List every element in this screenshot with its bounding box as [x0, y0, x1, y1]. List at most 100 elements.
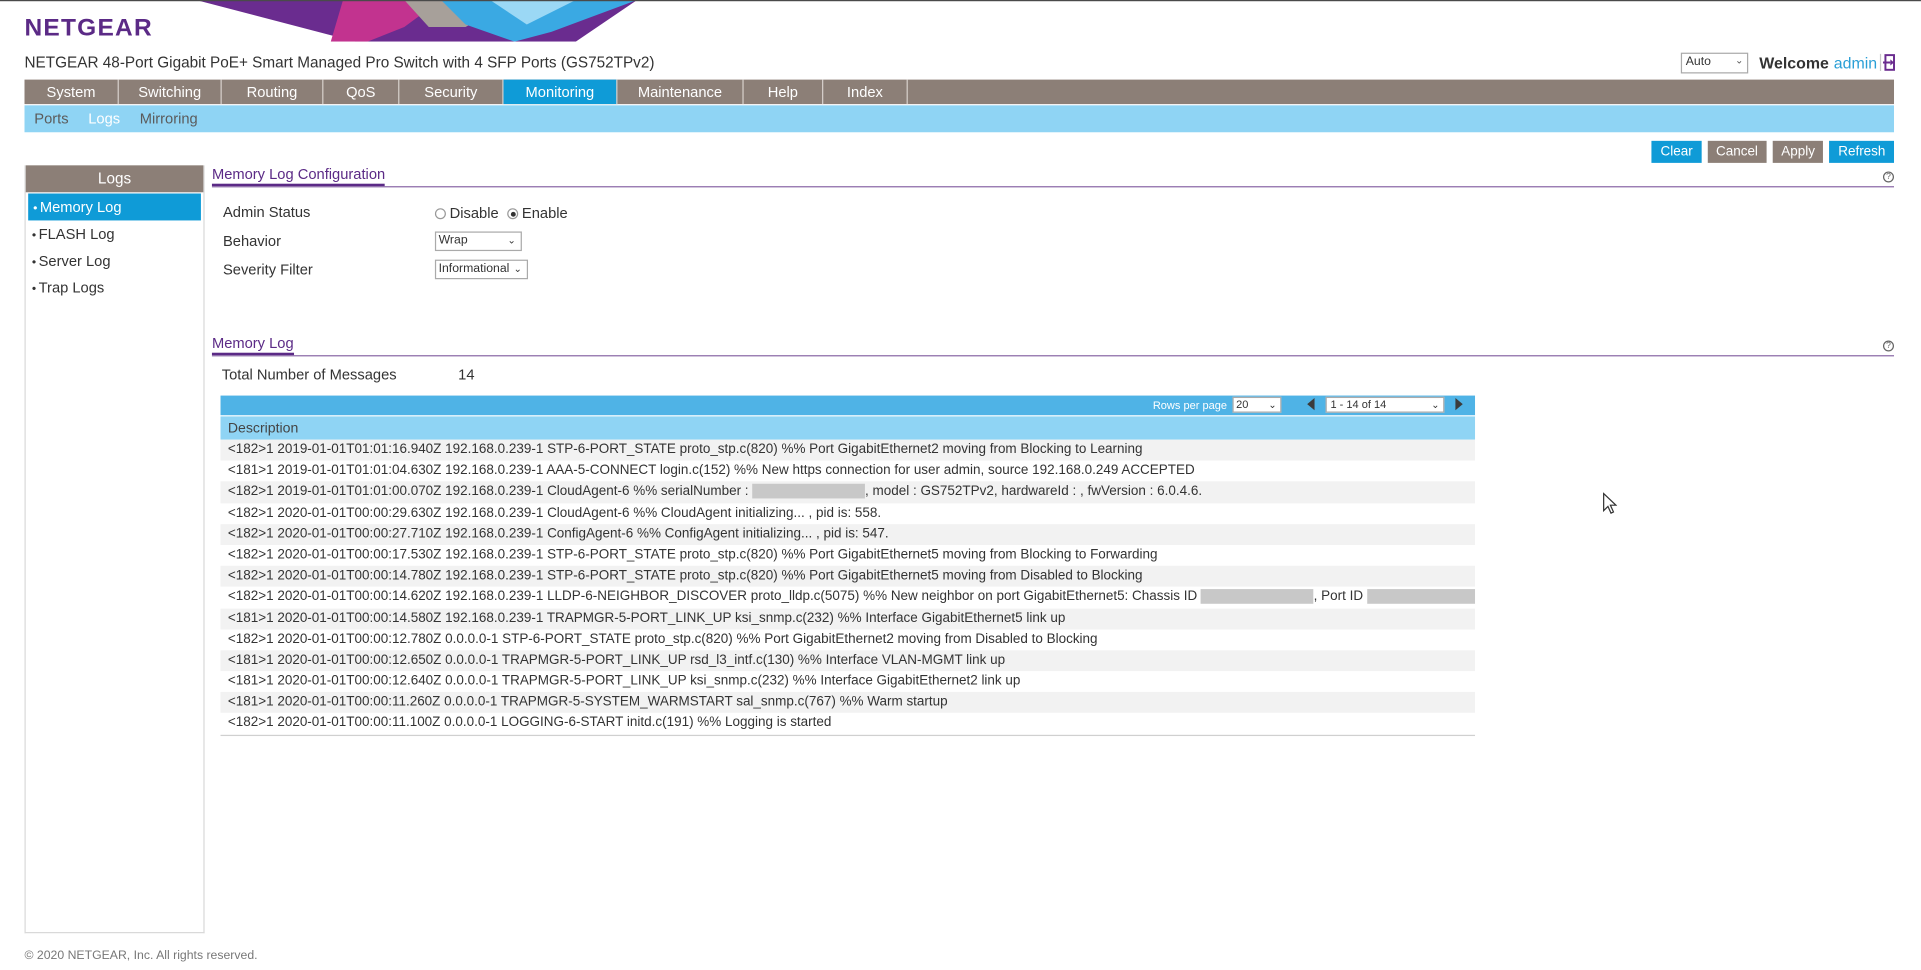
- subtab-logs[interactable]: Logs: [88, 110, 120, 127]
- redacted-block: [1200, 589, 1314, 605]
- tab-monitoring[interactable]: Monitoring: [503, 79, 618, 105]
- severity-filter-value: Informational: [438, 262, 510, 276]
- redacted-block: [752, 484, 866, 500]
- page-range-select[interactable]: 1 - 14 of 14 ⌄: [1325, 396, 1445, 413]
- tab-qos[interactable]: QoS: [323, 79, 400, 105]
- username-link[interactable]: admin: [1834, 54, 1877, 72]
- chevron-down-icon: ⌄: [1268, 399, 1277, 411]
- table-row: <182>1 2019-01-01T01:01:16.940Z 192.168.…: [220, 439, 1476, 461]
- bullet-icon: •: [31, 282, 37, 297]
- row-text-tail: , model : GS752TPv2, hardwareId : , fwVe…: [865, 484, 1203, 499]
- header-banner: [0, 0, 1921, 42]
- sidebar-item-memory-log[interactable]: • Memory Log: [28, 193, 201, 221]
- table-row: <181>1 2020-01-01T00:00:12.650Z 0.0.0.0-…: [220, 650, 1476, 672]
- apply-button[interactable]: Apply: [1772, 140, 1824, 163]
- subtab-mirroring[interactable]: Mirroring: [140, 110, 198, 127]
- sidebar-item-trap-logs[interactable]: • Trap Logs: [27, 274, 202, 301]
- rows-per-page-value: 20: [1236, 398, 1249, 411]
- table-row: <182>1 2020-01-01T00:00:29.630Z 192.168.…: [227, 505, 882, 520]
- welcome-label: Welcome: [1759, 53, 1829, 73]
- tab-security[interactable]: Security: [399, 79, 504, 105]
- cancel-button[interactable]: Cancel: [1707, 140, 1767, 163]
- prev-page-icon[interactable]: [1307, 398, 1315, 411]
- column-header-description: Description: [220, 415, 1476, 440]
- subtab-ports[interactable]: Ports: [34, 110, 68, 127]
- table-row: <182>1 2020-01-01T00:00:12.780Z 0.0.0.0-…: [227, 631, 1098, 647]
- page-range-value: 1 - 14 of 14: [1330, 398, 1387, 411]
- table-row: <181>1 2020-01-01T00:00:11.260Z 0.0.0.0-…: [220, 692, 1476, 714]
- tab-switching[interactable]: Switching: [119, 79, 222, 105]
- disable-radio[interactable]: [434, 207, 446, 219]
- disable-label: Disable: [449, 204, 499, 222]
- netgear-logo: NETGEAR: [24, 14, 153, 42]
- help-icon[interactable]: ?: [1882, 171, 1895, 183]
- language-value: Auto: [1685, 55, 1711, 69]
- chevron-down-icon: ⌄: [1431, 399, 1440, 411]
- table-bottom-border: [220, 734, 1476, 736]
- row-text: <182>1 2019-01-01T01:01:00.070Z 192.168.…: [227, 484, 753, 499]
- sidebar-item-label: Server Log: [38, 252, 111, 270]
- sidebar: Logs • Memory Log • FLASH Log • Server Log …: [24, 165, 205, 934]
- enable-radio[interactable]: [507, 207, 519, 219]
- sidebar-item-label: Trap Logs: [38, 279, 105, 297]
- config-title-text: Memory Log Configuration: [211, 165, 386, 187]
- memory-log-table: Rows per page 20 ⌄ 1 - 14 of 14 ⌄ Descri…: [220, 395, 1476, 736]
- bullet-icon: •: [31, 255, 37, 270]
- chevron-down-icon: ⌄: [1735, 55, 1744, 67]
- config-section-title: Memory Log Configuration: [211, 165, 386, 187]
- total-messages-value: 14: [458, 366, 475, 384]
- language-select[interactable]: Auto ⌄: [1680, 52, 1749, 74]
- action-toolbar: Clear Cancel Apply Refresh: [1651, 140, 1895, 163]
- sidebar-item-label: FLASH Log: [38, 225, 115, 243]
- tab-index[interactable]: Index: [823, 79, 908, 105]
- row-text-tail: , Port ID: [1313, 589, 1367, 605]
- table-row: <181>1 2020-01-01T00:00:12.640Z 0.0.0.0-…: [227, 673, 1021, 689]
- table-row: <181>1 2020-01-01T00:00:14.580Z 192.168.…: [220, 608, 1476, 630]
- behavior-value: Wrap: [438, 233, 468, 248]
- config-divider: [211, 186, 1895, 188]
- tab-routing[interactable]: Routing: [222, 79, 324, 105]
- next-page-icon[interactable]: [1455, 398, 1463, 411]
- tab-maintenance[interactable]: Maintenance: [617, 79, 744, 105]
- welcome-text: Welcome admin: [1759, 54, 1877, 72]
- logout-icon[interactable]: [1879, 53, 1896, 73]
- sub-nav: Ports Logs Mirroring: [24, 105, 1895, 133]
- admin-status-radios: Disable Enable: [434, 204, 568, 222]
- table-row: <182>1 2020-01-01T00:00:17.530Z 192.168.…: [227, 547, 1158, 563]
- chevron-down-icon: ⌄: [507, 235, 516, 247]
- clear-button[interactable]: Clear: [1651, 140, 1702, 163]
- memory-log-divider: [211, 355, 1895, 357]
- table-row: <182>1 2019-01-01T01:01:00.070Z 192.168.…: [220, 481, 1476, 503]
- product-title: NETGEAR 48-Port Gigabit PoE+ Smart Manag…: [24, 53, 655, 72]
- admin-status-label: Admin Status: [222, 203, 311, 221]
- severity-filter-select[interactable]: Informational ⌄: [434, 259, 529, 280]
- table-row: <182>1 2020-01-01T00:00:27.710Z 192.168.…: [220, 523, 1476, 545]
- chevron-down-icon: ⌄: [513, 263, 522, 275]
- table-row: <182>1 2020-01-01T00:00:14.780Z 192.168.…: [220, 565, 1476, 588]
- top-border: [0, 0, 1921, 2]
- table-pager: Rows per page 20 ⌄ 1 - 14 of 14 ⌄: [220, 395, 1476, 416]
- tab-system[interactable]: System: [25, 79, 119, 105]
- behavior-label: Behavior: [222, 232, 282, 250]
- memory-log-section-title: Memory Log: [211, 334, 294, 356]
- tab-help[interactable]: Help: [744, 79, 824, 105]
- bullet-icon: •: [31, 229, 37, 243]
- table-row: <182>1 2020-01-01T00:00:14.620Z 192.168.…: [221, 587, 1476, 608]
- refresh-button[interactable]: Refresh: [1829, 140, 1895, 163]
- sidebar-item-server-log[interactable]: • Server Log: [27, 247, 202, 274]
- table-row: <182>1 2020-01-01T00:00:11.100Z 0.0.0.0-…: [227, 715, 832, 731]
- bullet-icon: •: [33, 202, 38, 216]
- copyright-footer: © 2020 NETGEAR, Inc. All rights reserved…: [24, 949, 258, 963]
- memory-log-title-text: Memory Log: [211, 334, 294, 356]
- enable-label: Enable: [521, 204, 568, 222]
- row-text: <182>1 2020-01-01T00:00:14.620Z 192.168.…: [227, 589, 1201, 605]
- sidebar-item-flash-log[interactable]: • FLASH Log: [27, 220, 202, 247]
- behavior-select[interactable]: Wrap ⌄: [434, 231, 522, 252]
- sidebar-title: Logs: [25, 165, 204, 193]
- rows-per-page-label: Rows per page: [1152, 399, 1227, 412]
- rows-per-page-select[interactable]: 20 ⌄: [1232, 396, 1282, 413]
- sidebar-item-label: Memory Log: [39, 198, 122, 216]
- help-icon[interactable]: ?: [1882, 340, 1895, 352]
- table-row: <181>1 2019-01-01T01:01:04.630Z 192.168.…: [227, 463, 1195, 478]
- severity-filter-label: Severity Filter: [222, 260, 313, 279]
